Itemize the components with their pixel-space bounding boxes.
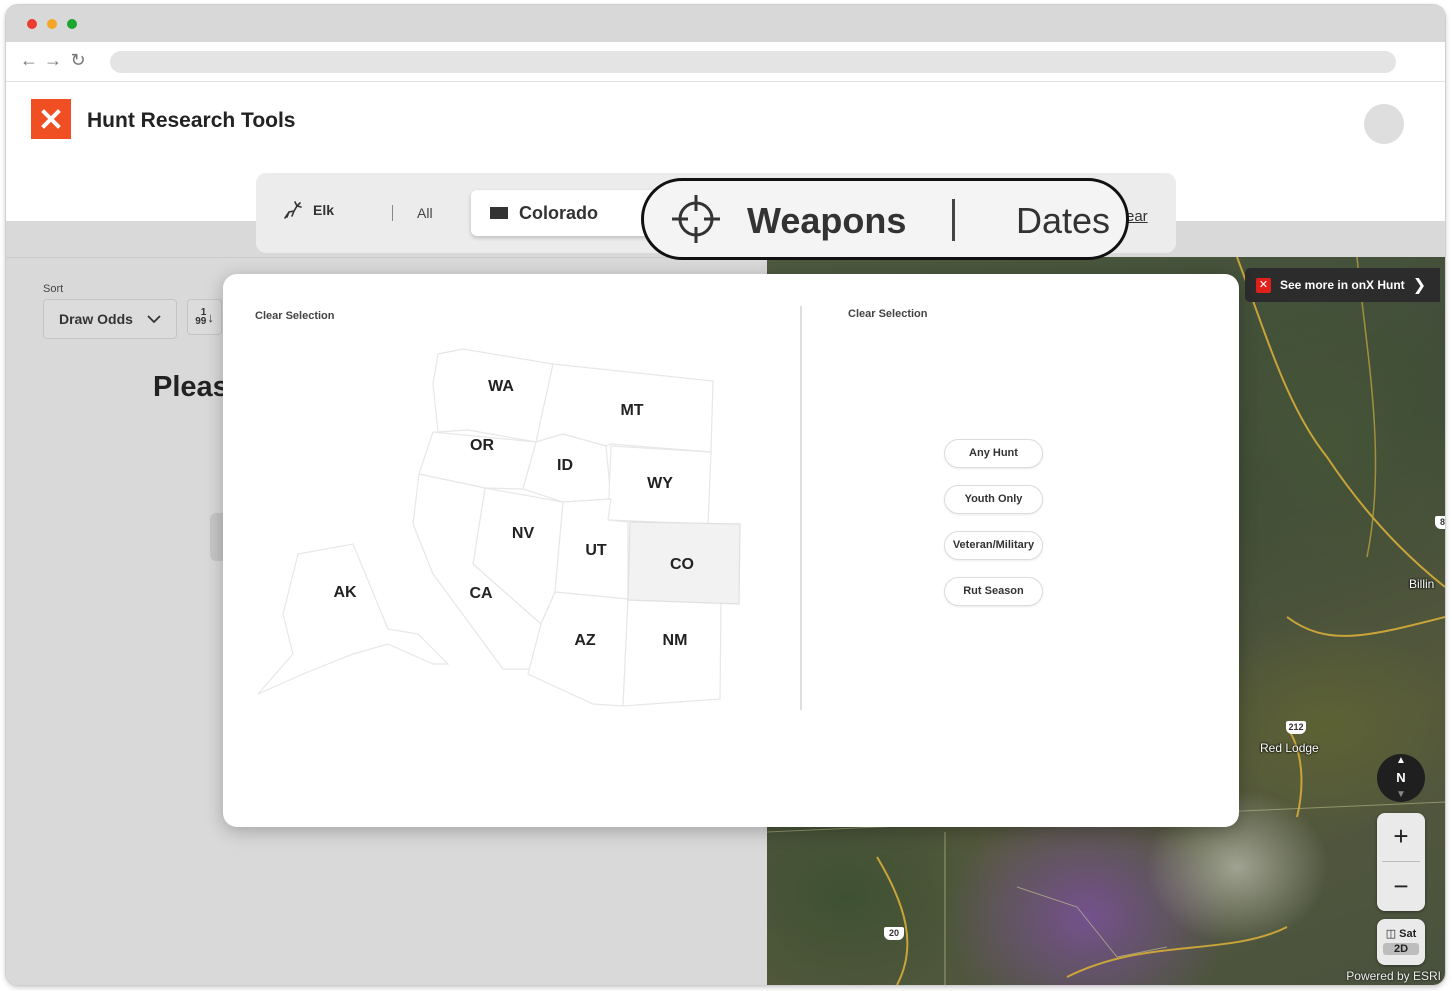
- clear-selection-states[interactable]: Clear Selection: [255, 310, 334, 322]
- app-title: Hunt Research Tools: [87, 109, 296, 132]
- crosshair-icon: [672, 195, 720, 243]
- species-selector[interactable]: Elk: [282, 200, 334, 220]
- sort-order-bottom: 99: [195, 316, 207, 327]
- chip-youth-only[interactable]: Youth Only: [944, 485, 1043, 514]
- weapons-filter[interactable]: Weapons: [747, 200, 906, 242]
- map-attribution: Powered by ESRI: [1346, 969, 1441, 983]
- weapons-dates-callout: Weapons Dates: [641, 178, 1129, 260]
- address-bar[interactable]: [110, 51, 1396, 73]
- state-nm[interactable]: NM: [663, 632, 688, 650]
- avatar[interactable]: [1364, 104, 1404, 144]
- sidebar-divider: [6, 257, 767, 258]
- forward-arrow-icon[interactable]: →: [43, 50, 63, 70]
- compass-down-icon: ▼: [1396, 789, 1406, 800]
- state-ut[interactable]: UT: [585, 542, 606, 560]
- route-shield: 87: [1435, 516, 1445, 529]
- maximize-window-button[interactable]: [67, 19, 77, 29]
- species-label: Elk: [313, 202, 335, 218]
- sort-order-button[interactable]: 1 99 ↓: [187, 299, 222, 335]
- layer-name: Sat: [1399, 928, 1417, 940]
- onx-hunt-banner[interactable]: ✕ See more in onX Hunt ❯: [1245, 268, 1440, 302]
- modal-divider: [800, 306, 802, 710]
- layers-icon: ◫: [1385, 928, 1397, 940]
- state-id[interactable]: ID: [557, 457, 573, 475]
- sort-label: Sort: [43, 283, 64, 295]
- compass-up-icon: ▲: [1396, 755, 1406, 766]
- selection-modal: Clear Selection Clear Selection WA MT OR…: [223, 274, 1239, 827]
- elk-icon: [284, 201, 302, 219]
- zoom-out-button[interactable]: −: [1377, 863, 1425, 911]
- state-mt[interactable]: MT: [620, 402, 643, 420]
- state-label: Colorado: [519, 202, 598, 223]
- route-shield: 20: [884, 927, 904, 940]
- state-or[interactable]: OR: [470, 437, 494, 455]
- prompt-text: Pleas: [153, 371, 229, 403]
- chip-veteran-military[interactable]: Veteran/Military: [944, 531, 1043, 560]
- chip-any-hunt[interactable]: Any Hunt: [944, 439, 1043, 468]
- title-bar: [6, 5, 1445, 42]
- browser-toolbar: ← → ↻: [6, 42, 1445, 82]
- state-shape-nm: [622, 598, 722, 707]
- close-x-icon[interactable]: ✕: [1256, 277, 1271, 293]
- layer-label: ◫ Sat: [1377, 927, 1425, 940]
- map-label-billings: Billin: [1409, 577, 1435, 591]
- state-shape-ak: [257, 543, 450, 695]
- chevron-right-icon: ❯: [1412, 277, 1427, 294]
- minimize-window-button[interactable]: [47, 19, 57, 29]
- close-x-icon[interactable]: [31, 99, 71, 139]
- route-shield: 212: [1286, 721, 1306, 734]
- clear-link[interactable]: ear: [1126, 208, 1148, 225]
- close-window-button[interactable]: [27, 19, 37, 29]
- state-ca[interactable]: CA: [469, 585, 492, 603]
- state-wy[interactable]: WY: [647, 475, 673, 493]
- reload-icon[interactable]: ↻: [68, 50, 88, 70]
- state-co[interactable]: CO: [670, 556, 694, 574]
- layer-toggle-button[interactable]: ◫ Sat 2D: [1377, 919, 1425, 965]
- pill-divider: [952, 199, 955, 241]
- compass-button[interactable]: ▲ N ▼: [1377, 754, 1425, 802]
- state-ak[interactable]: AK: [333, 584, 356, 602]
- map-label-red-lodge: Red Lodge: [1260, 741, 1319, 755]
- chip-rut-season[interactable]: Rut Season: [944, 577, 1043, 606]
- state-az[interactable]: AZ: [574, 632, 595, 650]
- state-shape-icon: [490, 207, 508, 219]
- state-wa[interactable]: WA: [488, 378, 514, 396]
- scope-selector[interactable]: All: [417, 205, 433, 221]
- sort-select[interactable]: Draw Odds: [43, 299, 177, 339]
- western-states-map: [257, 348, 741, 707]
- state-nv[interactable]: NV: [512, 525, 534, 543]
- dates-filter[interactable]: Dates: [1016, 200, 1110, 242]
- back-arrow-icon[interactable]: ←: [19, 50, 39, 70]
- compass-label: N: [1396, 770, 1406, 785]
- zoom-divider: [1382, 861, 1420, 862]
- sort-select-value: Draw Odds: [59, 311, 133, 327]
- search-divider: [392, 205, 393, 221]
- chevron-down-icon: [147, 315, 161, 324]
- onx-banner-text: See more in onX Hunt: [1280, 278, 1405, 292]
- clear-selection-hunt-types[interactable]: Clear Selection: [848, 308, 927, 320]
- zoom-in-button[interactable]: +: [1377, 813, 1425, 861]
- layer-mode: 2D: [1383, 943, 1419, 955]
- sort-order-icon: 1 99 ↓: [195, 307, 214, 327]
- zoom-controls: + −: [1377, 813, 1425, 911]
